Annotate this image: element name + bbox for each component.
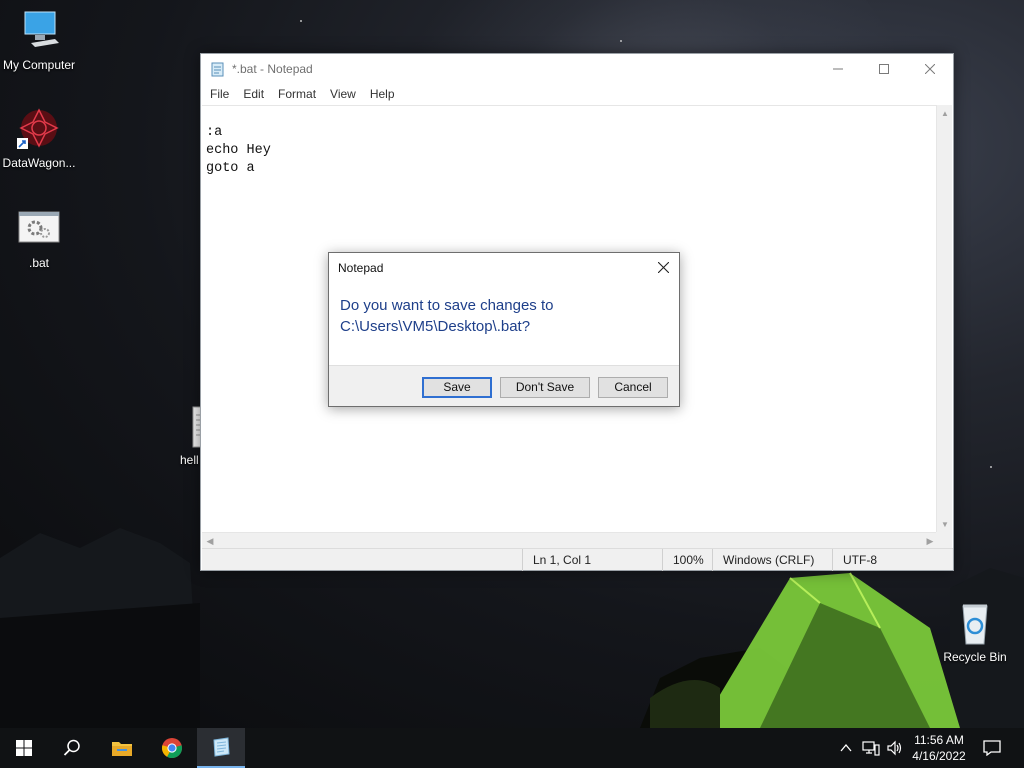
notifications-button[interactable]: [978, 728, 1006, 768]
desktop-icon-recycle-bin[interactable]: Recycle Bin: [936, 602, 1014, 664]
status-line-ending: Windows (CRLF): [712, 549, 832, 571]
show-hidden-icons-button[interactable]: [836, 728, 856, 768]
scroll-left-icon[interactable]: ◀: [202, 533, 218, 549]
dialog-message: Do you want to save changes to C:\Users\…: [340, 297, 554, 335]
maximize-icon: [879, 64, 889, 74]
minimize-icon: [833, 68, 843, 70]
clock-date: 4/16/2022: [912, 749, 966, 763]
recycle-bin-icon: [951, 602, 999, 646]
title-bar[interactable]: *.bat - Notepad: [201, 54, 953, 84]
notification-icon: [983, 740, 1001, 756]
save-changes-dialog: Notepad Do you want to save changes to C…: [328, 252, 680, 407]
close-icon: [925, 64, 935, 74]
search-icon: [63, 739, 80, 756]
chevron-up-icon: [840, 744, 852, 752]
status-position: Ln 1, Col 1: [522, 549, 662, 571]
vertical-scrollbar[interactable]: ▲ ▼: [936, 105, 952, 532]
cancel-button[interactable]: Cancel: [598, 377, 668, 398]
network-button[interactable]: [860, 728, 882, 768]
dialog-title: Notepad: [338, 261, 384, 275]
minimize-button[interactable]: [815, 54, 861, 84]
notepad-icon: [213, 737, 230, 757]
clock-time: 11:56 AM: [914, 733, 964, 747]
close-button[interactable]: [907, 54, 953, 84]
folder-icon: [112, 742, 132, 756]
taskbar-chrome[interactable]: [148, 728, 196, 768]
menu-edit[interactable]: Edit: [236, 84, 271, 104]
taskbar-file-explorer[interactable]: [98, 728, 146, 768]
computer-icon: [15, 10, 63, 54]
system-clock[interactable]: 11:56 AM 4/16/2022: [905, 732, 973, 764]
taskbar: 11:56 AM 4/16/2022: [0, 728, 1024, 768]
notepad-icon: [211, 62, 224, 77]
window-title: *.bat - Notepad: [232, 62, 313, 76]
star: [300, 20, 302, 22]
desktop-icon-label: Recycle Bin: [943, 650, 1007, 664]
network-icon: [862, 741, 880, 756]
scroll-down-icon[interactable]: ▼: [937, 516, 953, 532]
start-button[interactable]: [0, 728, 48, 768]
save-button[interactable]: Save: [422, 377, 492, 398]
horizontal-scrollbar[interactable]: ◀ ▶: [202, 532, 938, 548]
speaker-icon: [887, 740, 902, 756]
menu-view[interactable]: View: [323, 84, 363, 104]
search-button[interactable]: [48, 728, 96, 768]
desktop-icon-label: DataWagon...: [2, 156, 76, 170]
status-bar: Ln 1, Col 1 100% Windows (CRLF) UTF-8: [202, 548, 953, 571]
menu-help[interactable]: Help: [363, 84, 402, 104]
status-encoding: UTF-8: [832, 549, 953, 571]
desktop-icon-label: .bat: [28, 256, 49, 270]
menu-file[interactable]: File: [203, 84, 236, 104]
close-icon: [657, 261, 669, 273]
dialog-button-bar: Save Don't Save Cancel: [329, 365, 679, 406]
scroll-up-icon[interactable]: ▲: [937, 105, 953, 121]
status-zoom: 100%: [662, 549, 712, 571]
desktop-icon-my-computer[interactable]: My Computer: [0, 10, 78, 72]
maximize-button[interactable]: [861, 54, 907, 84]
batch-file-icon: [15, 208, 63, 252]
scrollbar-corner: [936, 532, 952, 548]
desktop-icon-label: My Computer: [2, 58, 76, 72]
desktop-icon-bat[interactable]: .bat: [0, 208, 78, 270]
menu-bar: File Edit Format View Help: [201, 84, 953, 104]
volume-button[interactable]: [884, 728, 906, 768]
windows-logo-icon: [16, 740, 32, 756]
star: [620, 40, 622, 42]
desktop-icon-datawagon[interactable]: DataWagon...: [0, 108, 78, 170]
chrome-icon: [161, 738, 183, 759]
dont-save-button[interactable]: Don't Save: [500, 377, 590, 398]
datawagon-icon: [15, 108, 63, 152]
taskbar-notepad[interactable]: [197, 728, 245, 768]
menu-format[interactable]: Format: [271, 84, 323, 104]
dialog-close-button[interactable]: [647, 253, 679, 281]
